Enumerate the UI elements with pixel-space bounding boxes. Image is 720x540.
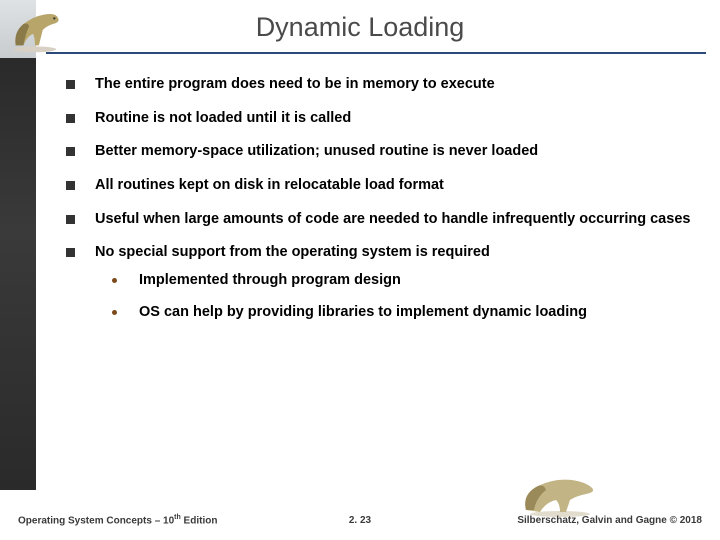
dinosaur-footer-icon [520,474,600,518]
footer-copyright: Silberschatz, Galvin and Gagne © 2018 [517,515,702,526]
square-bullet-icon [66,181,75,190]
bullet-text: Better memory-space utilization; unused … [95,143,692,161]
square-bullet-icon [66,114,75,123]
title-underline [46,52,706,54]
bullet-item: No special support from the operating sy… [66,244,692,262]
bullet-item: All routines kept on disk in relocatable… [66,177,692,195]
bullet-text: Useful when large amounts of code are ne… [95,211,692,229]
sidebar-bottom [0,58,36,490]
square-bullet-icon [66,215,75,224]
square-bullet-icon [66,147,75,156]
bullet-item: Routine is not loaded until it is called [66,110,692,128]
bullet-text: The entire program does need to be in me… [95,76,692,94]
bullet-item: Better memory-space utilization; unused … [66,143,692,161]
dot-bullet-icon [112,310,117,315]
bullet-item: The entire program does need to be in me… [66,76,692,94]
bullet-item: Useful when large amounts of code are ne… [66,211,692,229]
square-bullet-icon [66,248,75,257]
content-area: The entire program does need to be in me… [66,76,692,336]
sub-bullet-item: Implemented through program design [112,272,692,290]
square-bullet-icon [66,80,75,89]
bullet-text: All routines kept on disk in relocatable… [95,177,692,195]
slide-title: Dynamic Loading [0,12,720,43]
bullet-text: No special support from the operating sy… [95,244,692,262]
bullet-text: Routine is not loaded until it is called [95,110,692,128]
sub-bullet-text: Implemented through program design [139,272,692,290]
sub-bullet-item: OS can help by providing libraries to im… [112,304,692,322]
dot-bullet-icon [112,278,117,283]
sub-bullet-list: Implemented through program design OS ca… [112,272,692,321]
sub-bullet-text: OS can help by providing libraries to im… [139,304,692,322]
slide: Dynamic Loading The entire program does … [0,0,720,540]
